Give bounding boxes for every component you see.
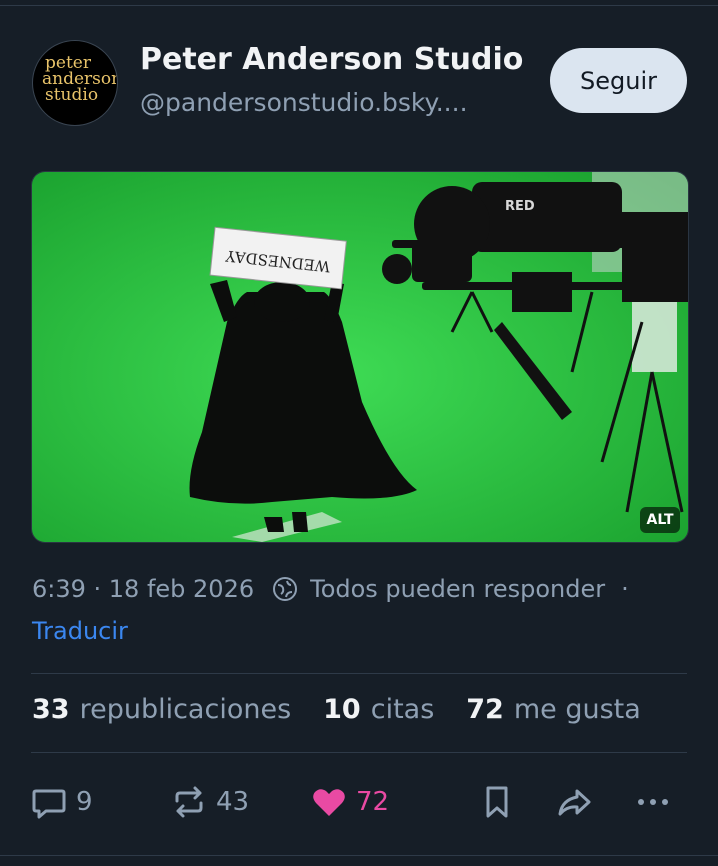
top-divider [0,5,718,6]
bookmark-button[interactable] [478,780,516,824]
repost-button[interactable]: 43 [170,780,249,824]
avatar-logo-line: studio [45,85,99,105]
reposts-label: republicaciones [79,694,292,725]
post-actions: 9 43 72 [0,780,718,824]
bottom-divider [0,855,718,856]
post-meta: 6:39 · 18 feb 2026 Todos pueden responde… [32,572,629,606]
divider [31,673,687,674]
quotes-count: 10 [323,694,361,725]
likes-label: me gusta [513,694,641,725]
translate-link[interactable]: Traducir [32,617,128,645]
alt-badge[interactable]: ALT [640,507,680,533]
share-button[interactable] [555,780,593,824]
like-count: 72 [356,787,390,817]
like-button[interactable]: 72 [310,780,389,824]
repost-count: 43 [216,787,250,817]
divider [31,752,687,753]
green-screen-photo: WEDNESDAY RED [32,172,688,542]
heart-icon [313,789,345,816]
repost-icon [175,786,203,818]
camera-brand: RED [505,199,535,214]
reposts-count: 33 [32,694,70,725]
more-options-button[interactable] [634,780,672,824]
post-timestamp[interactable]: 6:39 · 18 feb 2026 [32,575,254,603]
reply-button[interactable]: 9 [30,780,93,824]
quotes-label: citas [370,694,435,725]
meta-separator: · [621,575,629,603]
reply-count: 9 [76,787,93,817]
share-icon [558,789,591,816]
follow-button[interactable]: Seguir [550,48,687,113]
likes-stat[interactable]: 72 me gusta [466,694,641,725]
more-icon [638,799,668,805]
quotes-stat[interactable]: 10 citas [323,694,434,725]
reposts-stat[interactable]: 33 republicaciones [32,694,291,725]
author-name[interactable]: Peter Anderson Studio [140,42,523,77]
post-image[interactable]: WEDNESDAY RED ALT [31,171,689,543]
likes-count: 72 [466,694,504,725]
globe-icon [273,577,298,601]
comment-icon [32,789,66,819]
reply-setting[interactable]: Todos pueden responder [310,575,605,603]
author-handle[interactable]: @pandersonstudio.bsky.... [140,88,468,117]
bookmark-icon [486,786,508,818]
engagement-stats: 33 republicaciones 10 citas 72 me gusta [32,694,673,725]
avatar[interactable]: peter anderson studio [32,40,118,126]
